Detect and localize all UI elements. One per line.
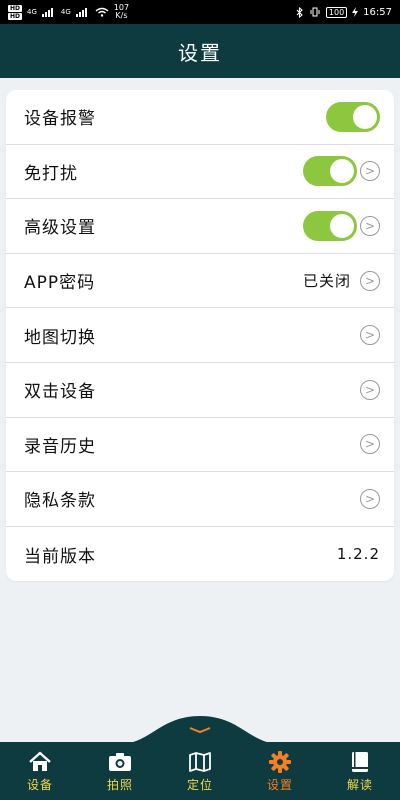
settings-row-privacy[interactable]: 隐私条款 > (6, 472, 394, 527)
clock: 16:57 (363, 6, 392, 18)
settings-row-advanced[interactable]: 高级设置 > (6, 199, 394, 254)
network-type-1: 4G (27, 8, 37, 16)
map-switch-controls: > (359, 325, 380, 346)
settings-row-alarm: 设备报警 (6, 90, 394, 145)
advanced-toggle[interactable] (303, 210, 357, 241)
camera-icon (107, 750, 133, 774)
version-controls: 1.2.2 (337, 545, 380, 563)
home-icon (27, 750, 53, 774)
app-password-controls: 已关闭 > (303, 270, 380, 291)
settings-row-app-password[interactable]: APP密码 已关闭 > (6, 254, 394, 309)
advanced-label: 高级设置 (24, 218, 96, 239)
status-left: HD HD 4G 4G 107 K/s (8, 4, 129, 20)
network-speed: 107 K/s (114, 4, 129, 20)
no-disturb-toggle[interactable] (303, 156, 357, 187)
signal-icon (41, 8, 53, 17)
settings-row-version: 当前版本 1.2.2 (6, 527, 394, 582)
chevron-right-icon[interactable]: > (360, 488, 380, 509)
version-label: 当前版本 (24, 546, 96, 567)
map-icon (187, 750, 213, 774)
bottom-tab-bar: 设备 拍照 定位 设置 解读 (0, 742, 400, 800)
status-right: 100 16:57 (296, 6, 392, 18)
page-title: 设置 (178, 40, 222, 65)
tab-photo[interactable]: 拍照 (85, 750, 155, 793)
chevron-right-icon[interactable]: > (360, 434, 380, 455)
speed-unit: K/s (115, 11, 128, 20)
advanced-controls: > (303, 210, 380, 241)
wifi-icon (95, 7, 109, 17)
book-icon (347, 750, 373, 774)
settings-list: 设备报警 免打扰 > 高级设置 > APP密码 已关闭 > 地图切换 > 双击设… (6, 90, 394, 582)
chevron-right-icon[interactable]: > (360, 325, 380, 346)
privacy-label: 隐私条款 (24, 491, 96, 512)
gear-icon (267, 750, 293, 774)
no-disturb-controls: > (303, 156, 380, 187)
tab-interpret-label: 解读 (346, 777, 373, 792)
hd-badge-2: HD (8, 12, 23, 20)
app-password-label: APP密码 (24, 273, 96, 294)
tab-devices[interactable]: 设备 (5, 750, 75, 793)
tabbar-hump[interactable] (0, 712, 400, 744)
tab-settings[interactable]: 设置 (245, 750, 315, 793)
alarm-controls (326, 101, 380, 132)
tab-settings-label: 设置 (266, 777, 293, 792)
version-value: 1.2.2 (336, 545, 380, 564)
alarm-toggle[interactable] (326, 101, 380, 132)
settings-row-no-disturb[interactable]: 免打扰 > (6, 145, 394, 200)
settings-row-double-click[interactable]: 双击设备 > (6, 363, 394, 418)
chevron-right-icon[interactable]: > (360, 161, 380, 182)
recording-label: 录音历史 (24, 436, 96, 457)
chevron-right-icon[interactable]: > (360, 379, 380, 400)
bluetooth-icon (296, 6, 303, 18)
charging-icon (352, 7, 359, 17)
tab-interpret[interactable]: 解读 (325, 750, 395, 793)
page-header: 设置 (0, 24, 400, 78)
tab-location-label: 定位 (186, 777, 213, 792)
recording-controls: > (359, 434, 380, 455)
double-click-controls: > (359, 379, 380, 400)
chevron-right-icon[interactable]: > (360, 270, 380, 291)
network-type-2: 4G (60, 8, 71, 16)
hd-indicators: HD HD (8, 4, 23, 20)
status-bar: HD HD 4G 4G 107 K/s 100 16:57 (0, 0, 400, 24)
hd-badge-1: HD (8, 4, 23, 12)
battery-level: 100 (325, 6, 348, 18)
tab-photo-label: 拍照 (106, 777, 133, 792)
alarm-label: 设备报警 (24, 109, 96, 130)
privacy-controls: > (359, 488, 380, 509)
chevron-right-icon[interactable]: > (360, 215, 380, 236)
no-disturb-label: 免打扰 (24, 163, 78, 184)
tab-location[interactable]: 定位 (165, 750, 235, 793)
map-switch-label: 地图切换 (24, 327, 96, 348)
settings-row-recording[interactable]: 录音历史 > (6, 418, 394, 473)
tab-devices-label: 设备 (26, 777, 53, 792)
signal-icon-2 (75, 8, 87, 17)
vibrate-icon (310, 7, 320, 17)
app-password-status: 已关闭 (302, 272, 351, 291)
settings-row-map-switch[interactable]: 地图切换 > (6, 308, 394, 363)
double-click-label: 双击设备 (24, 382, 96, 403)
